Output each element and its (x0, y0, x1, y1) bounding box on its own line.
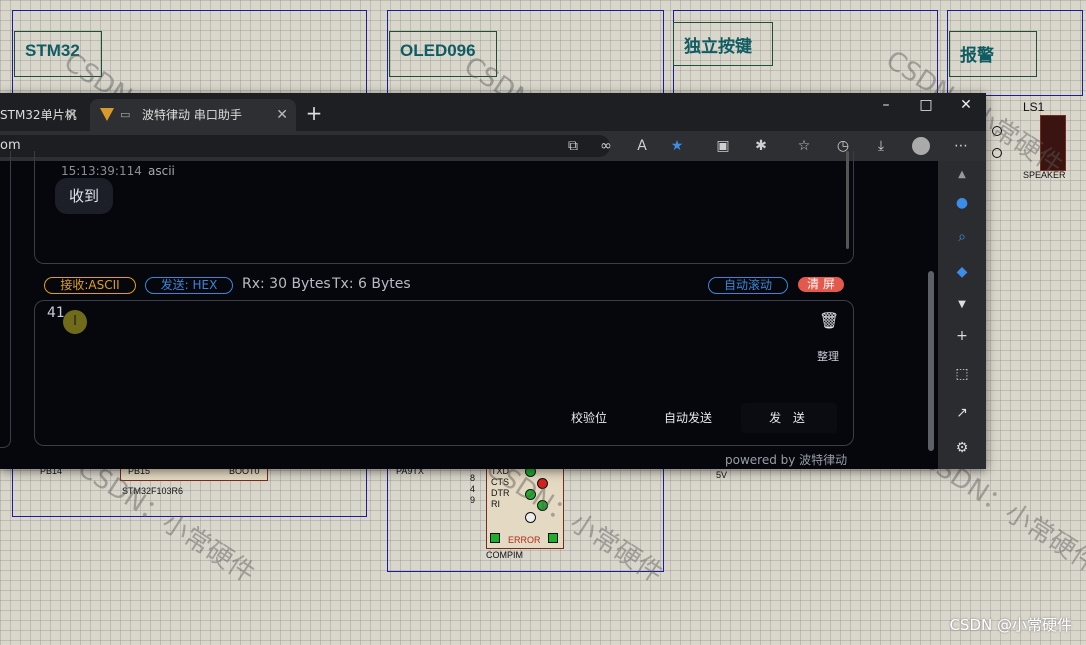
com-dtr: DTR (491, 488, 510, 498)
recv-mode-button[interactable]: 接收:ASCII (44, 277, 136, 294)
auto-scroll-button[interactable]: 自动滚动 (708, 277, 788, 294)
collapse-icon[interactable]: ▼ (952, 295, 972, 315)
new-tab-button[interactable]: + (304, 101, 324, 125)
close-tab-icon[interactable]: ✕ (276, 99, 288, 131)
status-square-icon (490, 533, 500, 543)
close-tab-icon[interactable]: ✕ (66, 99, 78, 131)
powered-by-text: powered by 波特律动 (725, 453, 848, 467)
csdn-author-mark: CSDN @小常硬件 (949, 616, 1072, 634)
com-error: ERROR (508, 535, 541, 545)
maximize-button[interactable]: □ (911, 97, 941, 113)
led-red-icon (537, 478, 548, 489)
tab-label: 波特律动 串口助手 (142, 108, 242, 122)
send-button[interactable]: 发 送 (741, 403, 837, 433)
tab-favicon-icon (100, 108, 114, 121)
more-icon[interactable]: ⋯ (952, 137, 970, 155)
text-cursor-icon: I (63, 310, 87, 334)
key-label: 独立按键 (673, 22, 773, 66)
message-timestamp: 15:13:39:114 (61, 164, 142, 178)
tab-serial-assistant[interactable]: ▭ 波特律动 串口助手 ✕ (90, 99, 296, 131)
tab-label: STM32单片机 (0, 108, 77, 122)
stm32-label: STM32 (14, 31, 102, 77)
tag-icon[interactable]: ◆ (952, 262, 972, 282)
search-icon[interactable]: ⌕ (952, 227, 972, 247)
alarm-label-text: 报警 (960, 46, 994, 65)
message-format: ascii (148, 164, 175, 178)
oled-label-text: OLED096 (400, 41, 476, 60)
com-ri: RI (491, 499, 500, 509)
com-n4: 4 (470, 484, 476, 494)
send-input-panel[interactable]: 41 I 🗑 整理 校验位 自动发送 发 送 (34, 300, 854, 446)
edge-sidebar: ▲ ● ⌕ ◆ ▼ + ⬚ ↗ ⚙ (938, 161, 986, 469)
com-cts: CTS (491, 477, 509, 487)
status-square-icon (548, 533, 558, 543)
page-scrollbar[interactable] (928, 271, 934, 451)
external-link-icon[interactable]: ↗ (952, 403, 972, 423)
tab-stm32[interactable]: STM32单片机 ✕ (0, 99, 88, 131)
add-icon[interactable]: + (952, 326, 972, 346)
scroll-up-icon[interactable]: ▲ (952, 165, 972, 185)
voltage-label: 5V (716, 470, 728, 480)
status-row: 接收:ASCII 发送: HEX Rx: 30 Bytes Tx: 6 Byte… (0, 275, 938, 295)
tx-counter: Tx: 6 Bytes (332, 276, 411, 292)
led-green-icon (525, 489, 536, 500)
compim-part-name: COMPIM (486, 550, 523, 560)
receive-panel[interactable]: 15:13:39:114 ascii 收到 (34, 151, 854, 264)
tab-bar: STM32单片机 ✕ ▭ 波特律动 串口助手 ✕ + – □ ✕ (0, 93, 986, 131)
speaker-name: SPEAKER (1023, 170, 1066, 180)
stm32-label-text: STM32 (25, 41, 80, 60)
speaker-icon (1040, 115, 1066, 171)
led-green-icon (537, 500, 548, 511)
bell-icon[interactable]: ● (952, 193, 972, 213)
settings-gear-icon[interactable]: ⚙ (952, 438, 972, 458)
auto-send-button[interactable]: 自动发送 (649, 403, 727, 433)
close-window-button[interactable]: ✕ (951, 97, 981, 113)
download-icon[interactable]: ⤓ (872, 137, 890, 155)
mute-icon[interactable]: ▭ (120, 99, 130, 131)
clear-screen-button[interactable]: 清 屏 (798, 277, 844, 292)
rx-counter: Rx: 30 Bytes (242, 276, 331, 292)
browser-window: STM32单片机 ✕ ▭ 波特律动 串口助手 ✕ + – □ ✕ om ⧉ ∞ … (0, 93, 986, 469)
stm32-part-name: STM32F103R6 (122, 486, 184, 496)
com-n9: 9 (470, 495, 476, 505)
speaker-ref: LS1 (1023, 100, 1045, 114)
send-mode-button[interactable]: 发送: HEX (145, 277, 233, 294)
minimize-button[interactable]: – (871, 97, 901, 113)
key-label-text: 独立按键 (684, 37, 752, 56)
receive-scrollbar[interactable] (846, 151, 849, 249)
com-n8: 8 (470, 473, 476, 483)
checksum-button[interactable]: 校验位 (557, 403, 621, 433)
speaker-terminal-2 (992, 148, 1002, 158)
send-input[interactable]: 41 (47, 305, 65, 321)
left-panel (0, 151, 11, 448)
led-off-icon (525, 512, 536, 523)
screenshot-icon[interactable]: ⬚ (952, 364, 972, 384)
trash-icon[interactable]: 🗑 (819, 311, 839, 330)
arrange-button[interactable]: 整理 (817, 348, 839, 364)
speaker-terminal-1 (992, 126, 1002, 136)
message-bubble: 收到 (55, 178, 114, 214)
alarm-label: 报警 (949, 31, 1037, 77)
profile-avatar[interactable] (912, 137, 930, 155)
oled-label: OLED096 (389, 31, 497, 77)
serial-assistant-page: 15:13:39:114 ascii 收到 接收:ASCII 发送: HEX R… (0, 151, 938, 469)
